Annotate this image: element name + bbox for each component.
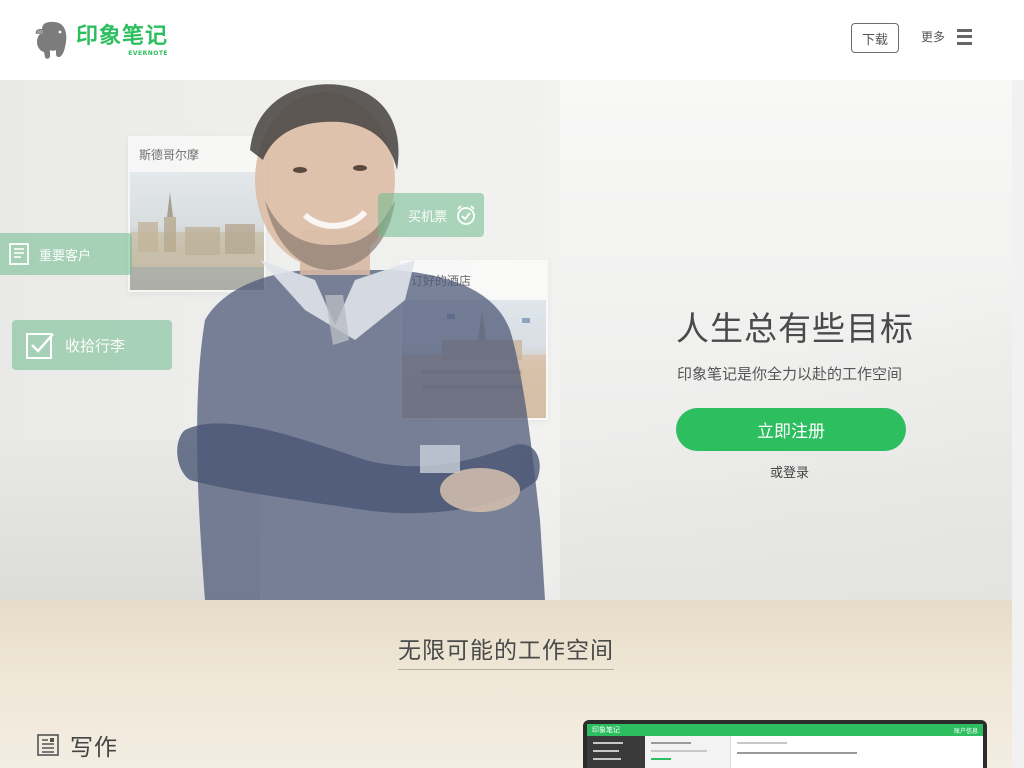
buy-ticket-label: 买机票 <box>408 209 448 225</box>
alarm-clock-icon <box>457 205 475 225</box>
download-button[interactable]: 下载 <box>851 23 899 53</box>
app-window: 印象笔记 账户信息 <box>587 724 983 768</box>
section-title: 无限可能的工作空间 <box>398 631 614 670</box>
write-feature: 写作 <box>36 728 118 762</box>
app-account: 账户信息 <box>953 727 978 735</box>
more-menu-button[interactable]: 更多 <box>921 28 973 45</box>
hero-title: 人生总有些目标 <box>676 309 914 348</box>
elephant-logo-icon <box>35 21 67 59</box>
app-editor <box>731 736 983 768</box>
login-link[interactable]: 或登录 <box>770 462 809 481</box>
hero-section: 斯德哥尔摩 订好的酒店 <box>0 80 1012 600</box>
buy-ticket-tag: 买机票 <box>378 193 484 237</box>
page-scrollbar[interactable] <box>1012 80 1024 768</box>
pack-luggage-tag: 收拾行李 <box>12 320 172 370</box>
hero-subtitle: 印象笔记是你全力以赴的工作空间 <box>677 365 903 383</box>
signup-button[interactable]: 立即注册 <box>676 408 906 451</box>
evernote-logo[interactable]: 印象笔记 EVERNOTE <box>34 20 168 62</box>
key-clients-label: 重要客户 <box>39 248 92 264</box>
more-label: 更多 <box>921 30 946 44</box>
app-sidebar <box>587 736 645 768</box>
app-preview-screenshot: 印象笔记 账户信息 <box>583 720 987 768</box>
app-title-bar: 印象笔记 账户信息 <box>587 724 983 736</box>
site-header: 印象笔记 EVERNOTE 下载 更多 <box>0 0 1024 80</box>
pack-luggage-label: 收拾行李 <box>65 336 126 355</box>
key-clients-tag: 重要客户 <box>0 233 132 275</box>
logo-english-text: EVERNOTE <box>128 50 169 57</box>
write-label: 写作 <box>70 735 118 761</box>
notebook-icon <box>9 243 29 265</box>
smiling-man-photo <box>177 84 545 600</box>
logo-chinese-text: 印象笔记 <box>76 24 169 49</box>
checkbox-checked-icon <box>26 333 54 359</box>
document-write-icon <box>37 734 59 756</box>
workspace-section: 无限可能的工作空间 写作 印象笔记 账户信息 <box>0 600 1012 768</box>
app-title: 印象笔记 <box>592 726 620 734</box>
hamburger-menu-icon <box>957 28 973 45</box>
app-note-list <box>645 736 731 768</box>
